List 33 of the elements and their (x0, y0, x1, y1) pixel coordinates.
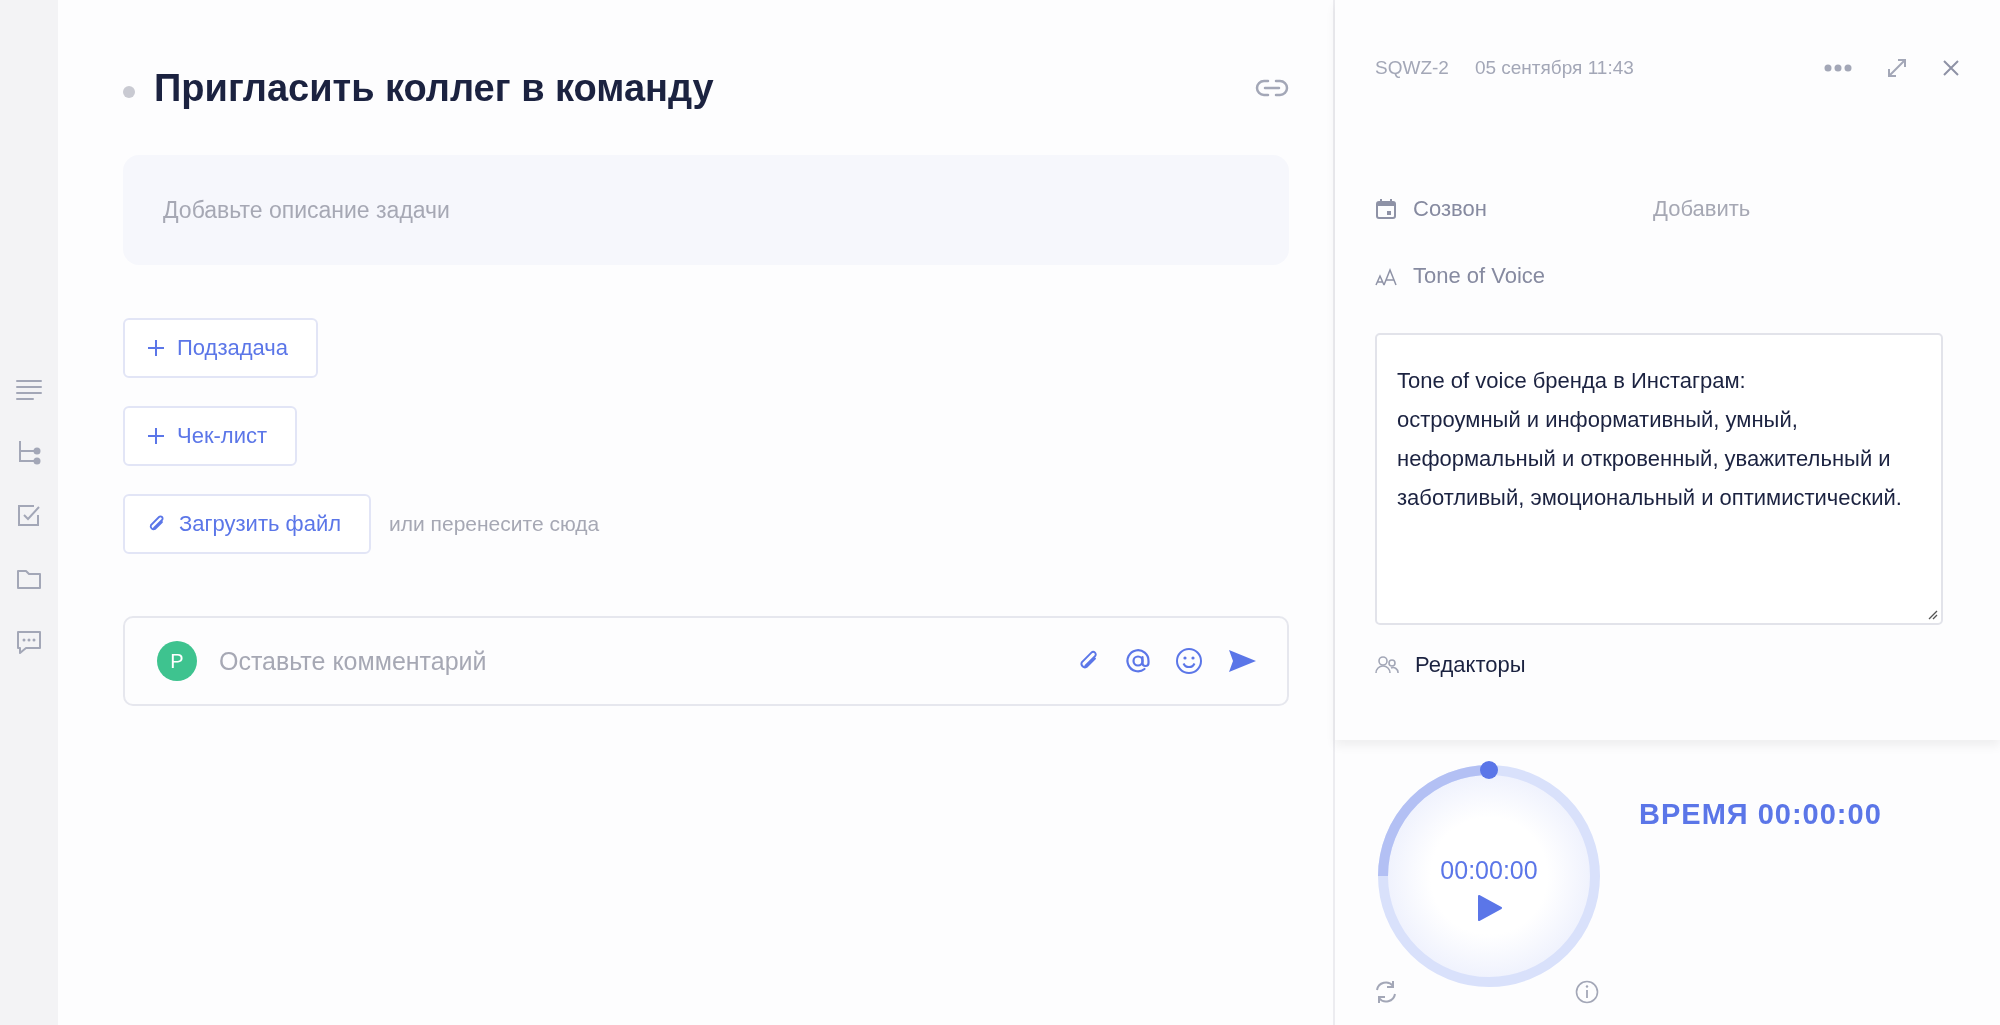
task-date: 05 сентября 11:43 (1474, 56, 1634, 79)
drop-hint: или перенесите сюда (389, 512, 600, 536)
time-total: ВРЕМЯ 00:00:00 (1639, 798, 1882, 832)
calendar-icon (1375, 197, 1397, 220)
description-field[interactable]: Добавьте описание задачи (123, 155, 1289, 265)
add-button[interactable]: Чек-лист (123, 406, 298, 466)
more-icon[interactable] (1824, 63, 1852, 72)
status-dot (123, 86, 135, 98)
editors-label: Редакторы (1415, 652, 1526, 678)
play-icon[interactable] (1477, 894, 1503, 922)
text-field[interactable]: Tone of voice бренда в Инстаграм: остроумный и информативный, умный, неформальный и откровенный, уважительный и заботливый, эмоциональный и оптимистический. (1375, 333, 1943, 625)
avatar: P (157, 641, 197, 681)
resize-handle-icon[interactable] (1926, 608, 1938, 620)
comment-field[interactable]: P Оставьте комментарий (123, 616, 1289, 706)
field-label: Созвон (1413, 195, 1488, 222)
info-icon[interactable] (1575, 980, 1599, 1004)
task-id: SQWZ-2 (1375, 56, 1449, 79)
add-date-link[interactable]: Добавить (1653, 195, 1751, 222)
expand-icon[interactable] (1886, 56, 1908, 79)
link-icon[interactable] (1255, 79, 1289, 97)
mention-icon[interactable] (1125, 648, 1151, 674)
plus-icon (147, 339, 165, 357)
close-icon[interactable] (1942, 58, 1960, 77)
emoji-icon[interactable] (1175, 647, 1203, 675)
refresh-icon[interactable] (1373, 980, 1399, 1004)
send-icon[interactable] (1227, 648, 1257, 674)
timer-display: 00:00:00 (1439, 856, 1539, 885)
field-label: Tone of Voice (1413, 262, 1547, 289)
plus-icon (147, 427, 165, 445)
users-icon (1375, 655, 1399, 675)
upload-button[interactable]: Загрузить файл (123, 494, 372, 554)
task-title: Пригласить коллег в команду (154, 66, 715, 110)
add-button[interactable]: Подзадача (123, 318, 318, 378)
